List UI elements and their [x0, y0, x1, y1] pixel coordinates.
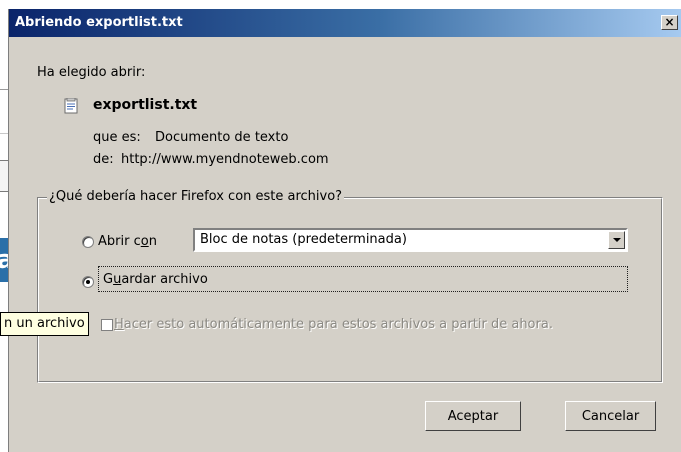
open-with-label[interactable]: Abrir con	[98, 234, 157, 249]
dialog-title: Abriendo exportlist.txt	[15, 15, 183, 30]
text-file-icon	[64, 98, 78, 114]
close-icon: ×	[664, 15, 675, 29]
action-group-legend: ¿Qué debería hacer Firefox con este arch…	[47, 189, 345, 204]
open-with-app-select[interactable]: Bloc de notas (predeterminada)	[193, 228, 628, 252]
open-file-dialog: Abriendo exportlist.txt × Ha elegido abr…	[8, 9, 681, 452]
save-file-focus-ring[interactable]: Guardar archivo	[98, 266, 628, 292]
file-source-value: http://www.myendnoteweb.com	[121, 152, 329, 167]
auto-action-checkbox[interactable]	[101, 319, 113, 331]
open-with-radio[interactable]	[82, 236, 94, 248]
auto-action-label[interactable]: Hacer esto automáticamente para estos ar…	[114, 317, 553, 332]
file-source-label: de:	[93, 152, 114, 167]
save-file-label[interactable]: Guardar archivo	[103, 272, 208, 287]
open-with-app-value: Bloc de notas (predeterminada)	[200, 232, 407, 247]
file-type-value: Documento de texto	[155, 130, 289, 145]
chevron-down-icon[interactable]	[608, 231, 625, 249]
file-type-label: que es:	[93, 130, 141, 145]
tooltip: n un archivo	[0, 312, 89, 336]
save-file-radio[interactable]	[82, 276, 94, 288]
file-name: exportlist.txt	[93, 97, 198, 113]
close-button[interactable]: ×	[661, 15, 678, 30]
ok-button[interactable]: Aceptar	[425, 401, 521, 431]
chosen-to-open-label: Ha elegido abrir:	[37, 65, 146, 80]
dialog-titlebar[interactable]: Abriendo exportlist.txt ×	[9, 9, 681, 37]
cancel-button[interactable]: Cancelar	[565, 401, 656, 431]
